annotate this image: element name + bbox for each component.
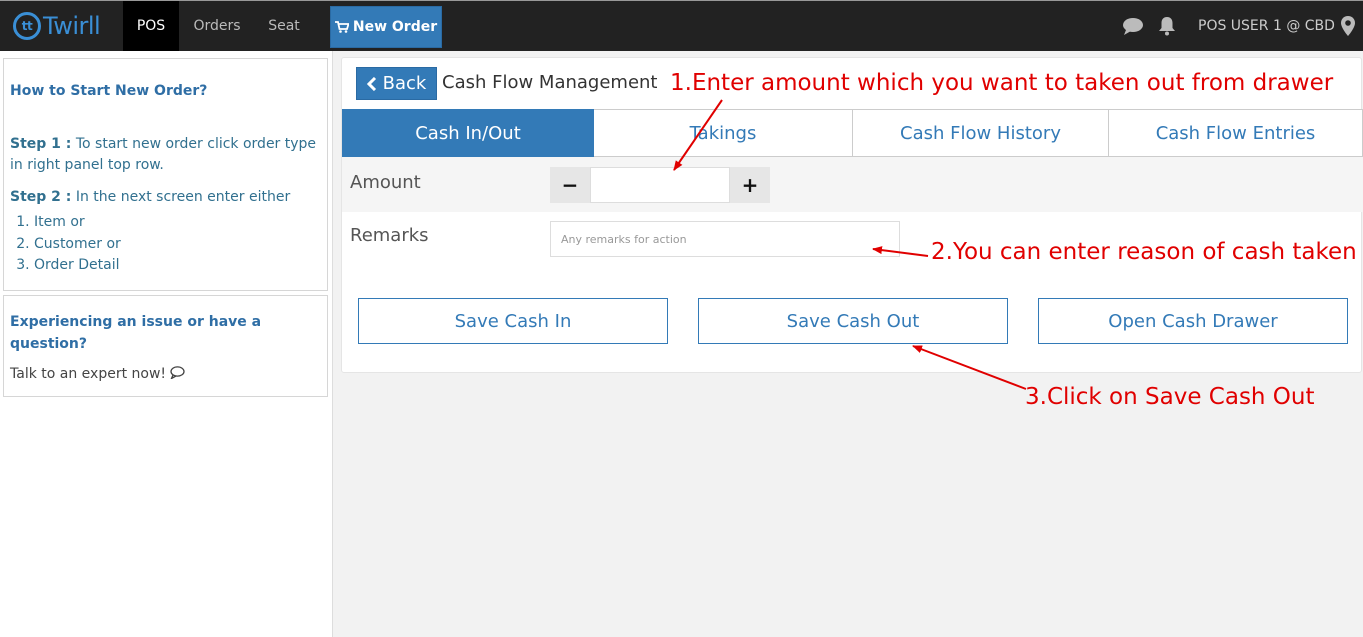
- back-button[interactable]: Back: [356, 67, 437, 100]
- list-item: Customer or: [34, 234, 321, 256]
- help-title: How to Start New Order?: [10, 83, 208, 99]
- remarks-label: Remarks: [350, 225, 429, 246]
- chat-bubble-icon: [170, 366, 186, 380]
- help-sidebar: How to Start New Order? Step 1 : To star…: [0, 51, 333, 637]
- talk-text: Talk to an expert now!: [10, 366, 167, 382]
- save-cash-in-button[interactable]: Save Cash In: [358, 298, 668, 344]
- help-step-2: Step 2 : In the next screen enter either: [10, 187, 321, 208]
- step1-label: Step 1 :: [10, 136, 72, 152]
- annotation-step-3: 3.Click on Save Cash Out: [1025, 384, 1315, 410]
- chat-icon[interactable]: [1122, 17, 1144, 35]
- increment-button[interactable]: +: [730, 167, 770, 203]
- new-order-label: New Order: [352, 19, 438, 35]
- nav-seat[interactable]: Seat: [258, 1, 310, 51]
- annotation-step-1: 1.Enter amount which you want to taken o…: [670, 70, 1334, 96]
- help-card: How to Start New Order? Step 1 : To star…: [3, 58, 328, 291]
- cash-flow-tabs: Cash In/Out Takings Cash Flow History Ca…: [342, 109, 1363, 157]
- nav-right-tools: POS USER 1 @ CBD: [1122, 1, 1355, 51]
- support-title: Experiencing an issue or have a question…: [10, 314, 262, 352]
- step2-label: Step 2 :: [10, 189, 72, 205]
- annotation-step-2: 2.You can enter reason of cash taken: [931, 239, 1357, 265]
- amount-input[interactable]: [590, 167, 730, 203]
- talk-to-expert-link[interactable]: Talk to an expert now!: [10, 364, 321, 385]
- tab-cash-in-out[interactable]: Cash In/Out: [342, 109, 594, 157]
- save-cash-out-button[interactable]: Save Cash Out: [698, 298, 1008, 344]
- user-label[interactable]: POS USER 1 @ CBD: [1198, 18, 1335, 34]
- chevron-left-icon: [366, 76, 376, 91]
- help-step-1: Step 1 : To start new order click order …: [10, 134, 321, 176]
- tab-cash-flow-entries[interactable]: Cash Flow Entries: [1109, 109, 1363, 157]
- page-title: Cash Flow Management: [442, 72, 658, 93]
- nav-orders[interactable]: Orders: [184, 1, 250, 51]
- tab-takings[interactable]: Takings: [594, 109, 853, 157]
- remarks-input[interactable]: [550, 221, 900, 257]
- support-card: Experiencing an issue or have a question…: [3, 295, 328, 397]
- logo-mark-icon: tt: [13, 12, 41, 40]
- step2-text: In the next screen enter either: [71, 189, 291, 205]
- amount-row: Amount − +: [342, 157, 1363, 212]
- logo[interactable]: tt Twirll: [13, 10, 101, 42]
- bell-icon[interactable]: [1158, 16, 1176, 36]
- help-options-list: Item or Customer or Order Detail: [34, 212, 321, 277]
- map-pin-icon[interactable]: [1340, 16, 1355, 36]
- nav-pos[interactable]: POS: [123, 1, 179, 51]
- cash-flow-panel: Back Cash Flow Management Cash In/Out Ta…: [341, 57, 1363, 373]
- amount-stepper: − +: [550, 167, 770, 203]
- tab-cash-flow-history[interactable]: Cash Flow History: [853, 109, 1109, 157]
- list-item: Order Detail: [34, 255, 321, 277]
- back-label: Back: [382, 73, 427, 94]
- new-order-button[interactable]: New Order: [330, 6, 442, 48]
- amount-label: Amount: [350, 172, 421, 193]
- cart-icon: [334, 21, 349, 33]
- list-item: Item or: [34, 212, 321, 234]
- logo-text: Twirll: [43, 12, 101, 40]
- decrement-button[interactable]: −: [550, 167, 590, 203]
- open-cash-drawer-button[interactable]: Open Cash Drawer: [1038, 298, 1348, 344]
- top-navbar: tt Twirll POS Orders Seat New Order POS …: [0, 0, 1363, 51]
